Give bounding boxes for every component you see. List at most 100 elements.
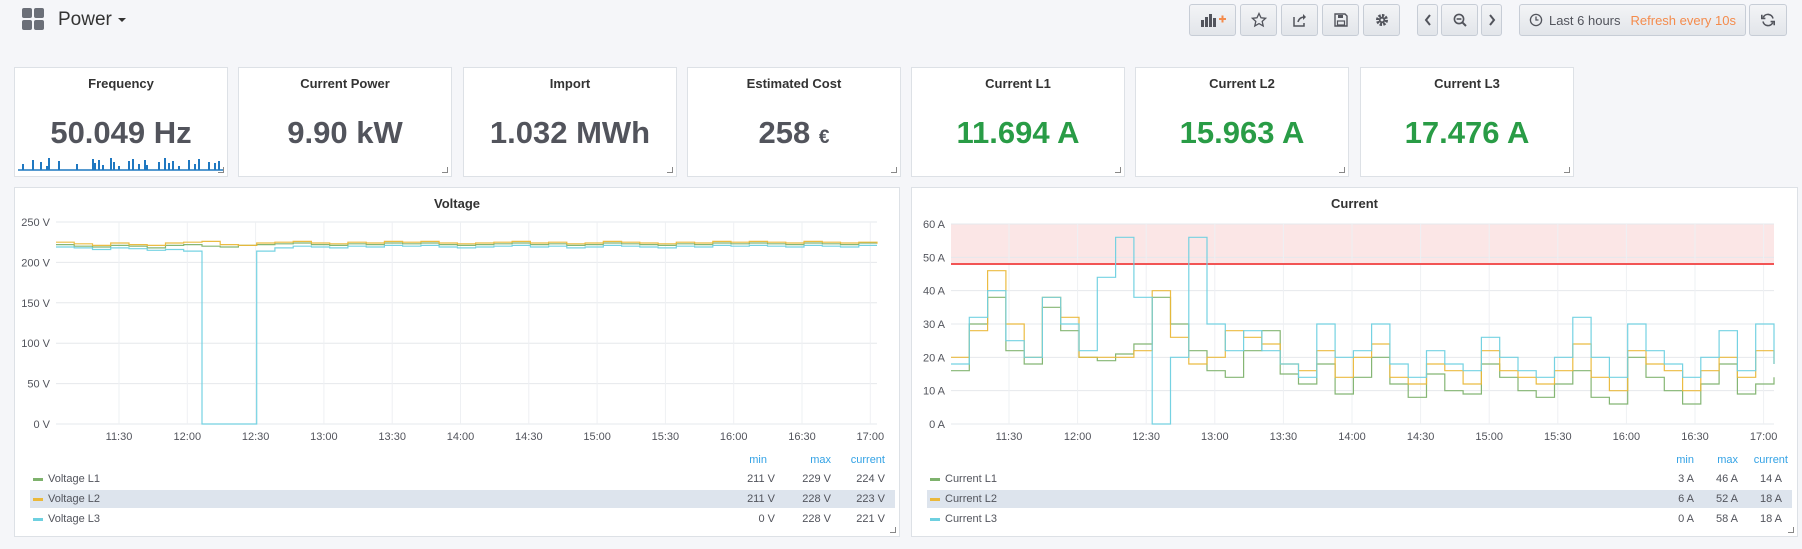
sparkline-bar xyxy=(158,162,160,170)
resize-handle-icon[interactable] xyxy=(1788,527,1794,533)
zoom-out-button[interactable] xyxy=(1441,4,1478,36)
x-tick-label: 13:30 xyxy=(378,431,406,443)
resize-handle-icon[interactable] xyxy=(442,167,448,173)
sparkline-bar xyxy=(198,159,200,170)
refresh-button[interactable] xyxy=(1749,4,1787,36)
resize-handle-icon[interactable] xyxy=(890,527,896,533)
legend-header-current[interactable]: current xyxy=(1754,454,1788,466)
legend-row-l3[interactable]: Voltage L3 0 V 228 V 221 V xyxy=(30,510,895,528)
time-picker-button[interactable]: Last 6 hours Refresh every 10s xyxy=(1519,4,1746,36)
panel-title: Current L3 xyxy=(1434,76,1500,91)
resize-handle-icon[interactable] xyxy=(1339,167,1345,173)
legend-current: 224 V xyxy=(856,473,885,485)
legend-row-l1[interactable]: Current L1 3 A 46 A 14 A xyxy=(927,470,1792,488)
resize-handle-icon[interactable] xyxy=(1115,167,1121,173)
dashboard-picker[interactable]: Power xyxy=(22,8,126,32)
legend-max: 46 A xyxy=(1715,473,1738,485)
legend-header-max[interactable]: max xyxy=(1717,454,1738,466)
sparkline-bar xyxy=(128,161,130,170)
legend-color-swatch[interactable] xyxy=(930,498,940,501)
legend-series-name[interactable]: Current L1 xyxy=(945,470,997,488)
legend-header-min[interactable]: min xyxy=(1676,454,1694,466)
legend-series-name[interactable]: Voltage L1 xyxy=(48,470,100,488)
stat-panel-import[interactable]: Import 1.032 MWh xyxy=(463,67,677,177)
resize-handle-icon[interactable] xyxy=(218,167,224,173)
add-panel-button[interactable] xyxy=(1189,4,1236,36)
stat-panel-current-l1[interactable]: Current L1 11.694 A xyxy=(911,67,1125,177)
save-icon xyxy=(1333,13,1348,27)
sparkline-bar xyxy=(48,158,50,170)
x-tick-label: 15:00 xyxy=(583,431,611,443)
time-back-button[interactable] xyxy=(1417,4,1438,36)
legend-min: 6 A xyxy=(1678,493,1694,505)
sparkline-bar xyxy=(172,161,174,170)
resize-handle-icon[interactable] xyxy=(891,167,897,173)
legend-max: 229 V xyxy=(802,473,831,485)
legend-color-swatch[interactable] xyxy=(930,518,940,521)
legend-max: 228 V xyxy=(802,513,831,525)
settings-button[interactable] xyxy=(1363,4,1400,36)
legend-row-l3[interactable]: Current L3 0 A 58 A 18 A xyxy=(927,510,1792,528)
caret-down-icon[interactable] xyxy=(117,18,126,22)
sparkline-bar xyxy=(164,158,166,170)
dashboard-title[interactable]: Power xyxy=(58,9,112,31)
legend-series-name[interactable]: Current L3 xyxy=(945,510,997,528)
resize-handle-icon[interactable] xyxy=(1564,167,1570,173)
y-tick-label: 0 A xyxy=(929,419,946,431)
sparkline-bar xyxy=(194,164,196,170)
share-button[interactable] xyxy=(1281,4,1318,36)
sparkline-bar xyxy=(94,163,96,170)
save-button[interactable] xyxy=(1322,4,1359,36)
legend-header-max[interactable]: max xyxy=(810,454,831,466)
legend-current: 221 V xyxy=(856,513,885,525)
x-tick-label: 16:00 xyxy=(720,431,748,443)
sparkline-bar xyxy=(168,163,170,170)
legend-row-l2[interactable]: Voltage L2 211 V 228 V 223 V xyxy=(30,490,895,508)
y-tick-label: 40 A xyxy=(923,286,946,298)
panel-title: Estimated Cost xyxy=(746,76,842,91)
dashboards-grid-icon[interactable] xyxy=(22,8,46,32)
x-tick-label: 13:00 xyxy=(310,431,338,443)
legend-color-swatch[interactable] xyxy=(33,518,43,521)
legend-row-l2[interactable]: Current L2 6 A 52 A 18 A xyxy=(927,490,1792,508)
stat-panel-current-l3[interactable]: Current L3 17.476 A xyxy=(1360,67,1574,177)
graph-panel-voltage[interactable]: Voltage 250 V 200 V 150 V 100 V 50 V0 V 11:30… xyxy=(14,187,900,537)
legend-current: 223 V xyxy=(856,493,885,505)
sparkline-bar xyxy=(58,161,60,170)
sparkline-bar xyxy=(76,164,78,170)
stat-panel-frequency[interactable]: Frequency 50.049 Hz xyxy=(14,67,228,177)
legend-current: 18 A xyxy=(1759,513,1782,525)
legend-series-name[interactable]: Current L2 xyxy=(945,490,997,508)
legend-row-l1[interactable]: Voltage L1 211 V 229 V 224 V xyxy=(30,470,895,488)
star-button[interactable] xyxy=(1240,4,1277,36)
x-tick-label: 12:00 xyxy=(1064,431,1092,443)
legend-header-current[interactable]: current xyxy=(851,454,885,466)
resize-handle-icon[interactable] xyxy=(667,167,673,173)
y-tick-label: 100 V xyxy=(21,338,50,350)
legend-color-swatch[interactable] xyxy=(33,498,43,501)
stat-value: 50.049 Hz xyxy=(50,115,192,150)
legend-color-swatch[interactable] xyxy=(930,478,940,481)
y-tick-label: 50 A xyxy=(923,252,946,264)
sparkline-bar xyxy=(22,164,24,170)
legend-color-swatch[interactable] xyxy=(33,478,43,481)
y-tick-label: 50 V xyxy=(27,379,50,391)
graph-panel-current[interactable]: Current 60 A 50 A 40 A 30 A 20 A 10 A0 A 11:30… xyxy=(911,187,1798,537)
time-range-label: Last 6 hours xyxy=(1548,12,1621,28)
legend-series-name[interactable]: Voltage L3 xyxy=(48,510,100,528)
stat-value: 9.90 kW xyxy=(287,115,403,150)
stat-panel-current-l2[interactable]: Current L2 15.963 A xyxy=(1135,67,1349,177)
legend-series-name[interactable]: Voltage L2 xyxy=(48,490,100,508)
x-tick-label: 12:30 xyxy=(242,431,270,443)
refresh-icon xyxy=(1761,13,1775,27)
stat-value: 11.694 A xyxy=(956,115,1080,150)
stat-panel-estimated-cost[interactable]: Estimated Cost 258 € xyxy=(687,67,901,177)
sparkline-bar xyxy=(178,166,180,170)
legend-current: 14 A xyxy=(1759,473,1782,485)
time-forward-button[interactable] xyxy=(1481,4,1502,36)
y-tick-label: 250 V xyxy=(21,217,50,229)
sparkline-bar xyxy=(132,159,134,170)
legend-header-min[interactable]: min xyxy=(749,454,767,466)
sparkline-bar xyxy=(98,160,100,170)
stat-panel-current-power[interactable]: Current Power 9.90 kW xyxy=(238,67,452,177)
